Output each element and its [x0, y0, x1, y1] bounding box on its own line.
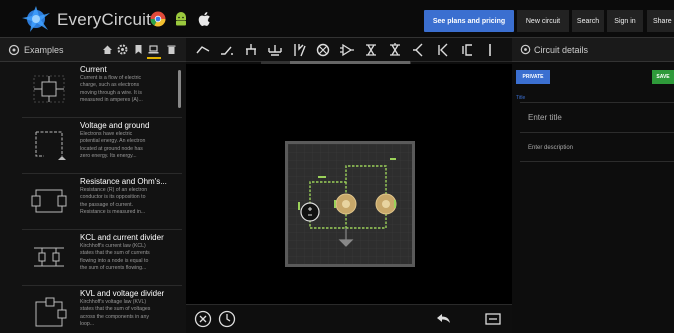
current-source-icon[interactable]	[316, 43, 330, 57]
circuit-details-title: Circuit details	[534, 45, 589, 55]
search-button[interactable]: Search	[572, 10, 604, 32]
examples-list[interactable]: Current Current is a flow of electric ch…	[0, 62, 186, 333]
example-description: Kirchhoff's current law (KCL) states tha…	[80, 243, 150, 272]
example-thumbnail	[35, 131, 66, 160]
home-icon[interactable]	[102, 44, 113, 55]
capacitor-icon[interactable]	[460, 43, 474, 57]
gear-icon[interactable]	[117, 44, 128, 55]
current-marker	[298, 202, 300, 210]
undo-icon[interactable]	[434, 310, 452, 328]
example-item-resistance[interactable]: Resistance and Ohm's... Resistance (R) o…	[22, 174, 182, 230]
save-button[interactable]: SAVE	[652, 70, 674, 84]
title-label: Title	[516, 95, 526, 101]
clock-icon[interactable]	[218, 310, 236, 328]
current-marker	[334, 200, 336, 208]
circuit-board[interactable]	[285, 141, 415, 267]
bookmark-icon[interactable]	[133, 44, 144, 55]
android-icon[interactable]	[173, 11, 189, 27]
example-thumbnail	[34, 247, 64, 267]
example-title: Resistance and Ohm's...	[80, 177, 167, 186]
example-title: KCL and current divider	[80, 233, 164, 242]
resistor-icon[interactable]	[292, 43, 306, 57]
switch-icon[interactable]	[220, 43, 234, 57]
ground-icon[interactable]	[244, 43, 258, 57]
diode-icon[interactable]	[412, 43, 426, 57]
laptop-icon[interactable]	[148, 44, 159, 55]
chrome-icon[interactable]	[150, 11, 166, 27]
example-title: Voltage and ground	[80, 121, 150, 130]
current-marker	[318, 176, 326, 178]
apple-icon[interactable]	[197, 11, 213, 27]
circuit-details-panel: PRIVATE SAVE Title Enter title Enter des…	[512, 62, 674, 333]
share-button[interactable]: Share	[647, 10, 674, 32]
circuit-diagram[interactable]	[288, 144, 412, 264]
example-thumbnail	[35, 297, 67, 327]
circuit-details-header: Circuit details	[512, 38, 674, 62]
more-icon[interactable]	[486, 43, 494, 57]
diode-alt-icon[interactable]	[436, 43, 450, 57]
details-icon	[520, 44, 531, 55]
example-item-kcl[interactable]: KCL and current divider Kirchhoff's curr…	[22, 230, 182, 286]
example-item-kvl[interactable]: KVL and voltage divider Kirchhoff's volt…	[22, 286, 182, 333]
example-title: Current	[80, 65, 107, 74]
examples-title: Examples	[24, 45, 64, 55]
plans-pricing-button[interactable]: See plans and pricing	[424, 10, 514, 32]
trash-icon[interactable]	[166, 44, 177, 55]
example-description: Kirchhoff's voltage law (KVL) states tha…	[80, 299, 151, 328]
example-description: Electrons have electric potential energy…	[80, 131, 146, 160]
example-item-voltage-ground[interactable]: Voltage and ground Electrons have electr…	[22, 118, 182, 174]
current-marker	[394, 200, 396, 208]
active-tab-indicator	[147, 57, 161, 59]
examples-scrollbar[interactable]	[178, 70, 181, 108]
component-toolbar	[186, 38, 512, 62]
everycircuit-logo[interactable]	[20, 4, 52, 34]
private-toggle[interactable]: PRIVATE	[516, 70, 550, 84]
example-title: KVL and voltage divider	[80, 289, 165, 298]
app-name[interactable]: EveryCircuit	[57, 10, 151, 30]
close-icon[interactable]	[194, 310, 212, 328]
example-thumbnail	[31, 189, 67, 213]
sign-in-button[interactable]: Sign in	[607, 10, 643, 32]
source-icon[interactable]	[268, 43, 282, 57]
current-marker	[390, 158, 396, 160]
example-description: Current is a flow of electric charge, su…	[80, 75, 143, 104]
example-item-current[interactable]: Current Current is a flow of electric ch…	[22, 62, 182, 118]
new-circuit-button[interactable]: New circuit	[517, 10, 569, 32]
window-icon[interactable]	[484, 310, 502, 328]
title-input[interactable]: Enter title	[520, 102, 674, 130]
amplifier-icon[interactable]	[340, 43, 354, 57]
wire-icon[interactable]	[196, 43, 210, 57]
example-thumbnail	[33, 75, 65, 103]
bottom-bar	[186, 304, 512, 333]
transistor-alt-icon[interactable]	[388, 43, 402, 57]
top-bar: EveryCircuit See plans and pricing New c…	[0, 0, 674, 38]
example-description: Resistance (R) of an electron conductor …	[80, 187, 148, 216]
transistor-icon[interactable]	[364, 43, 378, 57]
examples-header: Examples	[0, 38, 186, 62]
description-input[interactable]: Enter description	[520, 132, 674, 162]
voltage-source[interactable]	[300, 202, 320, 222]
examples-icon	[8, 44, 20, 56]
